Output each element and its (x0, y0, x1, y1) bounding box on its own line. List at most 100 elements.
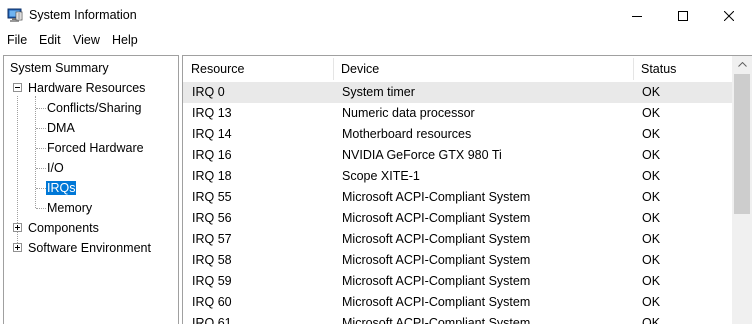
cell-status: OK (642, 190, 661, 204)
cell-device: Scope XITE-1 (342, 169, 420, 183)
maximize-button[interactable] (660, 0, 706, 31)
tree-connector (36, 208, 46, 209)
collapse-icon[interactable] (13, 83, 22, 92)
cell-resource: IRQ 0 (192, 85, 225, 99)
table-row[interactable]: IRQ 13 Numeric data processor OK (183, 103, 733, 124)
tree-item-label-selected: IRQs (46, 181, 77, 195)
cell-resource: IRQ 59 (192, 274, 232, 288)
cell-status: OK (642, 253, 661, 267)
scroll-up-button[interactable] (732, 56, 752, 73)
tree-item-label: Components (28, 221, 99, 235)
cell-device: Microsoft ACPI-Compliant System (342, 211, 531, 225)
tree-item-label: Memory (47, 201, 93, 215)
window-title: System Information (29, 8, 137, 22)
tree-item-label: I/O (47, 161, 64, 175)
cell-resource: IRQ 57 (192, 232, 232, 246)
tree-item-label: Conflicts/Sharing (47, 101, 142, 115)
cell-resource: IRQ 60 (192, 295, 232, 309)
cell-status: OK (642, 274, 661, 288)
cell-status: OK (642, 169, 661, 183)
cell-resource: IRQ 55 (192, 190, 232, 204)
tree-connector (36, 168, 46, 169)
menu-bar: File Edit View Help (0, 31, 752, 51)
list-header: Resource Device Status (183, 56, 733, 82)
tree-item-hardware-resources[interactable]: Hardware Resources (27, 79, 146, 97)
cell-resource: IRQ 18 (192, 169, 232, 183)
cell-status: OK (642, 148, 661, 162)
table-row[interactable]: IRQ 18 Scope XITE-1 OK (183, 166, 733, 187)
tree-item-io[interactable]: I/O (46, 159, 65, 177)
menu-help[interactable]: Help (112, 33, 138, 47)
tree-connector (36, 128, 46, 129)
menu-edit[interactable]: Edit (39, 33, 61, 47)
tree-item-label: Hardware Resources (28, 81, 146, 95)
expand-icon[interactable] (13, 223, 22, 232)
cell-resource: IRQ 56 (192, 211, 232, 225)
tree-item-label: System Summary (10, 61, 109, 75)
cell-status: OK (642, 295, 661, 309)
cell-device: System timer (342, 85, 415, 99)
menu-view[interactable]: View (73, 33, 100, 47)
tree-item-irqs[interactable]: IRQs (46, 179, 77, 197)
table-row[interactable]: IRQ 16 NVIDIA GeForce GTX 980 Ti OK (183, 145, 733, 166)
column-header-status[interactable]: Status (633, 56, 733, 82)
chevron-up-icon (737, 62, 747, 67)
table-row[interactable]: IRQ 61 Microsoft ACPI-Compliant System OK (183, 313, 733, 324)
tree-item-label: Forced Hardware (47, 141, 144, 155)
menu-file[interactable]: File (7, 33, 27, 47)
tree-item-label: DMA (47, 121, 75, 135)
table-row[interactable]: IRQ 14 Motherboard resources OK (183, 124, 733, 145)
tree-item-conflicts-sharing[interactable]: Conflicts/Sharing (46, 99, 143, 117)
tree-item-forced-hardware[interactable]: Forced Hardware (46, 139, 145, 157)
tree-item-memory[interactable]: Memory (46, 199, 93, 217)
table-row[interactable]: IRQ 55 Microsoft ACPI-Compliant System OK (183, 187, 733, 208)
scrollbar-thumb[interactable] (734, 74, 750, 214)
cell-device: Numeric data processor (342, 106, 475, 120)
tree-item-software-environment[interactable]: Software Environment (27, 239, 152, 257)
cell-status: OK (642, 127, 661, 141)
title-bar: System Information (0, 0, 752, 31)
tree-connector (36, 148, 46, 149)
cell-resource: IRQ 14 (192, 127, 232, 141)
cell-resource: IRQ 61 (192, 316, 232, 324)
cell-device: Microsoft ACPI-Compliant System (342, 274, 531, 288)
tree-connector (35, 96, 36, 208)
table-row[interactable]: IRQ 56 Microsoft ACPI-Compliant System OK (183, 208, 733, 229)
close-icon (724, 10, 734, 21)
cell-status: OK (642, 106, 661, 120)
table-row[interactable]: IRQ 57 Microsoft ACPI-Compliant System OK (183, 229, 733, 250)
cell-device: Microsoft ACPI-Compliant System (342, 253, 531, 267)
cell-device: Motherboard resources (342, 127, 472, 141)
cell-device: NVIDIA GeForce GTX 980 Ti (342, 148, 502, 162)
maximize-icon (678, 10, 688, 21)
column-header-resource[interactable]: Resource (183, 56, 333, 82)
cell-resource: IRQ 58 (192, 253, 232, 267)
cell-device: Microsoft ACPI-Compliant System (342, 295, 531, 309)
expand-icon[interactable] (13, 243, 22, 252)
cell-resource: IRQ 16 (192, 148, 232, 162)
tree-item-label: Software Environment (28, 241, 151, 255)
cell-device: Microsoft ACPI-Compliant System (342, 316, 531, 324)
system-information-app-icon (7, 8, 23, 23)
cell-device: Microsoft ACPI-Compliant System (342, 190, 531, 204)
details-list[interactable]: Resource Device Status IRQ 0 System timer… (182, 55, 752, 324)
minimize-button[interactable] (614, 0, 660, 31)
tree-item-components[interactable]: Components (27, 219, 100, 237)
table-row[interactable]: IRQ 60 Microsoft ACPI-Compliant System OK (183, 292, 733, 313)
table-row[interactable]: IRQ 0 System timer OK (183, 82, 733, 103)
category-tree[interactable]: System Summary Hardware Resources Confli… (3, 55, 179, 324)
column-header-device[interactable]: Device (333, 56, 633, 82)
minimize-icon (632, 15, 642, 17)
vertical-scrollbar[interactable] (732, 56, 752, 324)
cell-device: Microsoft ACPI-Compliant System (342, 232, 531, 246)
table-row[interactable]: IRQ 58 Microsoft ACPI-Compliant System OK (183, 250, 733, 271)
cell-status: OK (642, 232, 661, 246)
table-row[interactable]: IRQ 59 Microsoft ACPI-Compliant System OK (183, 271, 733, 292)
close-button[interactable] (706, 0, 752, 31)
tree-item-system-summary[interactable]: System Summary (9, 59, 110, 77)
cell-resource: IRQ 13 (192, 106, 232, 120)
tree-connector (36, 108, 46, 109)
tree-item-dma[interactable]: DMA (46, 119, 76, 137)
cell-status: OK (642, 211, 661, 225)
tree-connector (36, 188, 46, 189)
